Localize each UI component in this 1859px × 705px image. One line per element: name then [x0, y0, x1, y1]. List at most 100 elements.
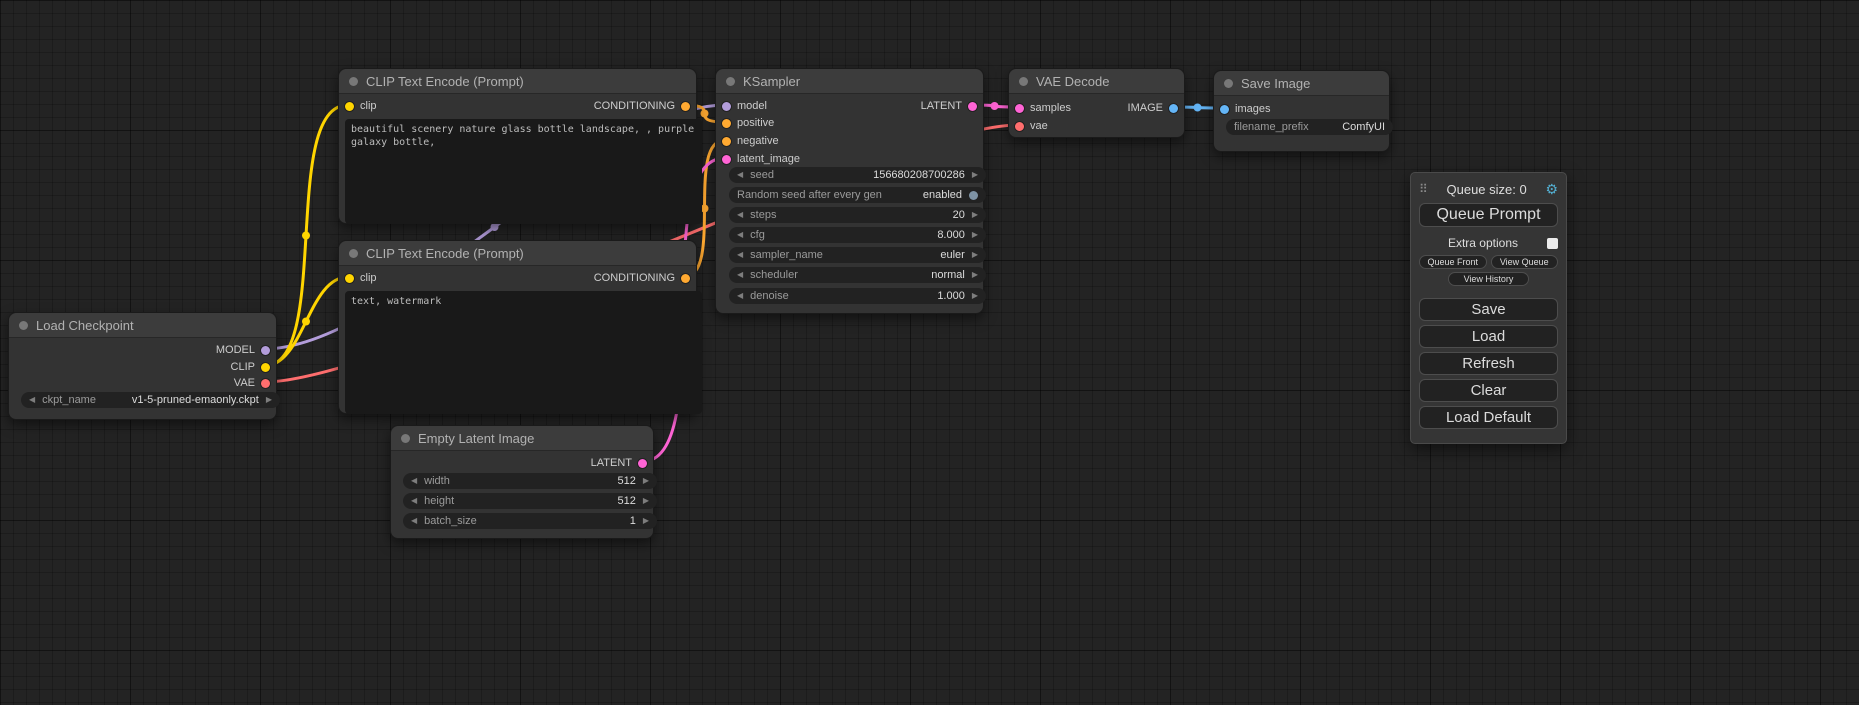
prev-value-arrow-icon[interactable]: ◀: [411, 477, 417, 485]
next-value-arrow-icon[interactable]: ▶: [266, 396, 272, 404]
node-collapse-dot-icon[interactable]: [19, 321, 28, 330]
drag-handle-icon[interactable]: ⠿: [1419, 182, 1428, 196]
output-slot-clip[interactable]: CLIP: [231, 359, 270, 375]
view-history-button[interactable]: View History: [1448, 272, 1529, 286]
input-slot-samples[interactable]: samples: [1015, 100, 1071, 116]
load-default-button[interactable]: Load Default: [1419, 406, 1558, 429]
negative-prompt-text-area[interactable]: text, watermark: [345, 291, 702, 414]
widget-filename-prefix[interactable]: filename_prefix ComfyUI: [1226, 119, 1393, 135]
node-load-checkpoint[interactable]: Load Checkpoint MODEL CLIP VAE ◀ ckpt_na…: [8, 312, 277, 420]
node-title-bar[interactable]: Load Checkpoint: [9, 313, 276, 338]
save-button[interactable]: Save: [1419, 298, 1558, 321]
slot-dot[interactable]: [345, 274, 354, 283]
widget-height[interactable]: ◀ height 512 ▶: [403, 493, 657, 509]
widget-denoise[interactable]: ◀ denoise 1.000 ▶: [729, 288, 986, 304]
slot-dot[interactable]: [722, 155, 731, 164]
slot-dot[interactable]: [345, 102, 354, 111]
input-slot-clip[interactable]: clip: [345, 270, 377, 286]
output-slot-conditioning[interactable]: CONDITIONING: [594, 98, 690, 114]
widget-sampler-name[interactable]: ◀ sampler_name euler ▶: [729, 247, 986, 263]
node-collapse-dot-icon[interactable]: [349, 249, 358, 258]
slot-dot[interactable]: [261, 346, 270, 355]
slot-dot[interactable]: [722, 137, 731, 146]
slot-dot[interactable]: [722, 102, 731, 111]
widget-seed[interactable]: ◀ seed 156680208700286 ▶: [729, 167, 986, 183]
prev-value-arrow-icon[interactable]: ◀: [411, 497, 417, 505]
node-save-image[interactable]: Save Image images filename_prefix ComfyU…: [1213, 70, 1390, 152]
slot-dot[interactable]: [722, 119, 731, 128]
node-vae-decode[interactable]: VAE Decode samples vae IMAGE: [1008, 68, 1185, 138]
node-title-bar[interactable]: CLIP Text Encode (Prompt): [339, 241, 696, 266]
input-slot-model[interactable]: model: [722, 98, 767, 114]
widget-cfg[interactable]: ◀ cfg 8.000 ▶: [729, 227, 986, 243]
next-value-arrow-icon[interactable]: ▶: [972, 292, 978, 300]
next-value-arrow-icon[interactable]: ▶: [643, 517, 649, 525]
output-slot-model[interactable]: MODEL: [216, 342, 270, 358]
node-collapse-dot-icon[interactable]: [349, 77, 358, 86]
next-value-arrow-icon[interactable]: ▶: [972, 211, 978, 219]
widget-steps[interactable]: ◀ steps 20 ▶: [729, 207, 986, 223]
next-value-arrow-icon[interactable]: ▶: [972, 231, 978, 239]
node-ksampler[interactable]: KSampler model positive negative latent_…: [715, 68, 984, 314]
widget-ckpt-name[interactable]: ◀ ckpt_name v1-5-pruned-emaonly.ckpt ▶: [21, 392, 280, 408]
node-collapse-dot-icon[interactable]: [1019, 77, 1028, 86]
prev-value-arrow-icon[interactable]: ◀: [737, 251, 743, 259]
prev-value-arrow-icon[interactable]: ◀: [737, 171, 743, 179]
node-clip-text-encode-positive[interactable]: CLIP Text Encode (Prompt) clip CONDITION…: [338, 68, 697, 224]
link-midpoint-dot-model[interactable]: [491, 223, 499, 231]
node-collapse-dot-icon[interactable]: [726, 77, 735, 86]
positive-prompt-text-area[interactable]: beautiful scenery nature glass bottle la…: [345, 119, 702, 224]
slot-dot[interactable]: [681, 274, 690, 283]
next-value-arrow-icon[interactable]: ▶: [972, 251, 978, 259]
node-collapse-dot-icon[interactable]: [401, 434, 410, 443]
node-empty-latent-image[interactable]: Empty Latent Image LATENT ◀ width 512 ▶ …: [390, 425, 654, 539]
node-collapse-dot-icon[interactable]: [1224, 79, 1233, 88]
prev-value-arrow-icon[interactable]: ◀: [737, 231, 743, 239]
link-midpoint-dot-image[interactable]: [1194, 104, 1202, 112]
node-title-bar[interactable]: CLIP Text Encode (Prompt): [339, 69, 696, 94]
slot-dot[interactable]: [968, 102, 977, 111]
next-value-arrow-icon[interactable]: ▶: [972, 171, 978, 179]
prev-value-arrow-icon[interactable]: ◀: [411, 517, 417, 525]
settings-gear-icon[interactable]: ⚙: [1545, 181, 1558, 198]
input-slot-positive[interactable]: positive: [722, 115, 774, 131]
link-midpoint-dot-clip-to-positive-prompt[interactable]: [302, 232, 310, 240]
next-value-arrow-icon[interactable]: ▶: [643, 497, 649, 505]
refresh-button[interactable]: Refresh: [1419, 352, 1558, 375]
link-midpoint-dot-latent-samples[interactable]: [991, 102, 999, 110]
link-midpoint-dot-conditioning-positive[interactable]: [701, 110, 709, 118]
link-midpoint-dot-clip-to-negative-prompt[interactable]: [302, 318, 310, 326]
prev-value-arrow-icon[interactable]: ◀: [737, 211, 743, 219]
prev-value-arrow-icon[interactable]: ◀: [737, 292, 743, 300]
output-slot-latent[interactable]: LATENT: [591, 455, 647, 471]
slot-dot[interactable]: [1169, 104, 1178, 113]
widget-width[interactable]: ◀ width 512 ▶: [403, 473, 657, 489]
extra-options-checkbox[interactable]: [1547, 238, 1558, 249]
node-title-bar[interactable]: VAE Decode: [1009, 69, 1184, 94]
input-slot-images[interactable]: images: [1220, 101, 1270, 117]
slot-dot[interactable]: [1220, 105, 1229, 114]
slot-dot[interactable]: [1015, 122, 1024, 131]
slot-dot[interactable]: [681, 102, 690, 111]
node-clip-text-encode-negative[interactable]: CLIP Text Encode (Prompt) clip CONDITION…: [338, 240, 697, 414]
widget-batch-size[interactable]: ◀ batch_size 1 ▶: [403, 513, 657, 529]
output-slot-vae[interactable]: VAE: [234, 375, 270, 391]
load-button[interactable]: Load: [1419, 325, 1558, 348]
clear-button[interactable]: Clear: [1419, 379, 1558, 402]
node-title-bar[interactable]: Save Image: [1214, 71, 1389, 96]
input-slot-clip[interactable]: clip: [345, 98, 377, 114]
node-title-bar[interactable]: Empty Latent Image: [391, 426, 653, 451]
toggle-dot-icon[interactable]: [969, 191, 978, 200]
output-slot-conditioning[interactable]: CONDITIONING: [594, 270, 690, 286]
node-title-bar[interactable]: KSampler: [716, 69, 983, 94]
prev-value-arrow-icon[interactable]: ◀: [737, 271, 743, 279]
widget-scheduler[interactable]: ◀ scheduler normal ▶: [729, 267, 986, 283]
prev-value-arrow-icon[interactable]: ◀: [29, 396, 35, 404]
queue-front-button[interactable]: Queue Front: [1419, 255, 1487, 269]
slot-dot[interactable]: [638, 459, 647, 468]
output-slot-image[interactable]: IMAGE: [1128, 100, 1178, 116]
next-value-arrow-icon[interactable]: ▶: [643, 477, 649, 485]
queue-prompt-button[interactable]: Queue Prompt: [1419, 203, 1558, 227]
slot-dot[interactable]: [261, 379, 270, 388]
widget-random-seed-toggle[interactable]: Random seed after every gen enabled: [729, 187, 986, 203]
